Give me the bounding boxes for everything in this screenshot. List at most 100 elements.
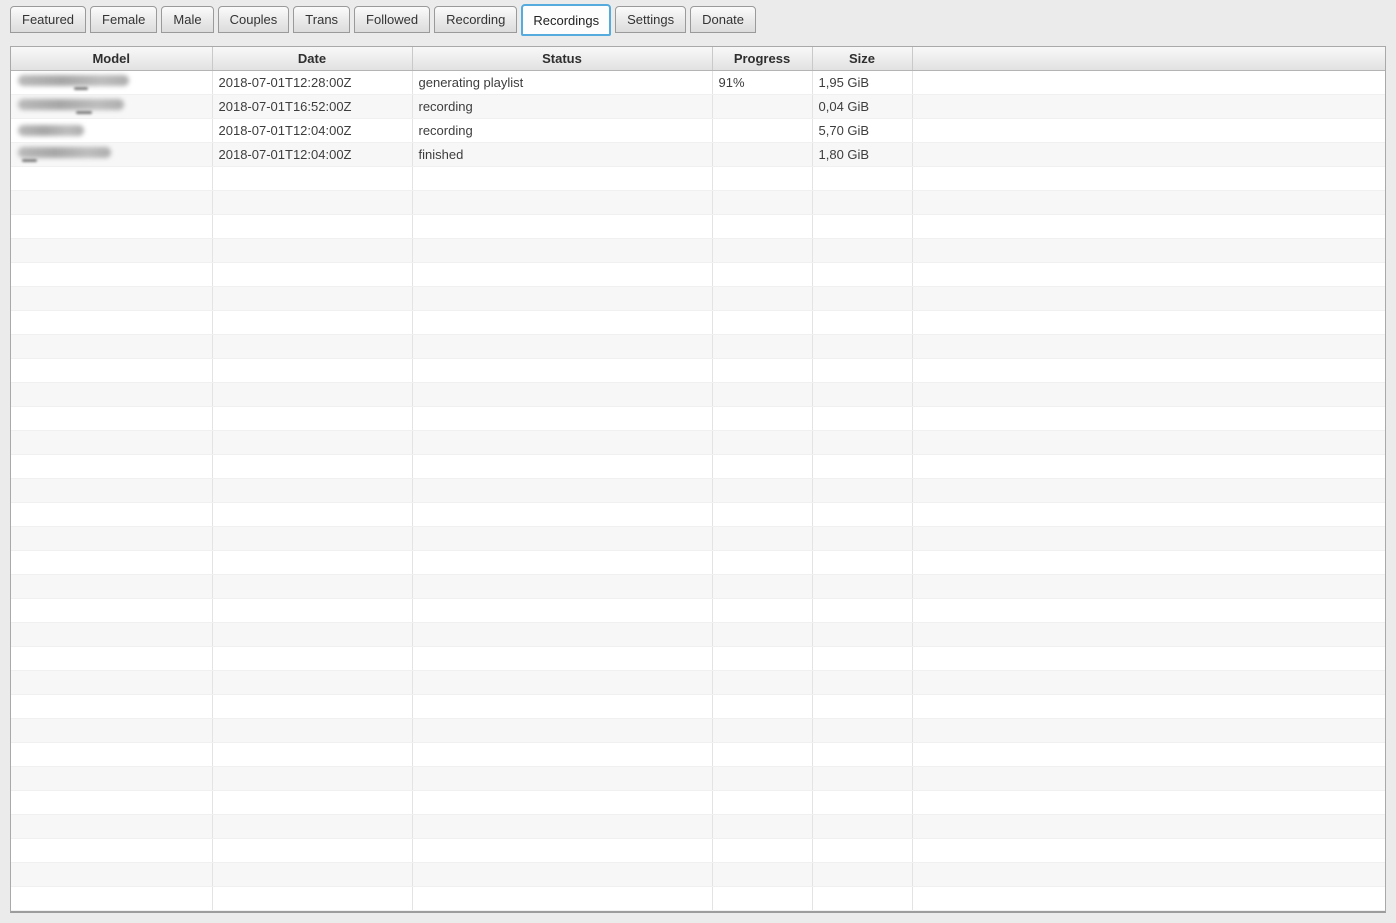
tab-female[interactable]: Female (90, 6, 158, 33)
cell-status: generating playlist (412, 70, 713, 95)
empty-cell (712, 670, 813, 695)
table-row[interactable]: 2018-07-01T12:04:00Z recording 5,70 GiB (11, 118, 1385, 143)
empty-cell (912, 238, 1385, 263)
empty-cell (412, 622, 713, 647)
cell-size: 5,70 GiB (812, 118, 913, 143)
empty-cell (412, 238, 713, 263)
empty-row (11, 646, 1385, 671)
empty-cell (11, 742, 213, 767)
empty-cell (712, 262, 813, 287)
tab-label: Recording (446, 12, 506, 27)
empty-cell (712, 238, 813, 263)
empty-cell (11, 862, 213, 887)
empty-cell (11, 718, 213, 743)
empty-cell (712, 622, 813, 647)
empty-cell (912, 430, 1385, 455)
empty-cell (11, 478, 213, 503)
column-header-model[interactable]: Model (11, 47, 213, 71)
empty-cell (712, 550, 813, 575)
tab-followed[interactable]: Followed (354, 6, 431, 33)
empty-cell (812, 862, 913, 887)
empty-cell (812, 166, 913, 191)
empty-cell (812, 454, 913, 479)
tab-recordings[interactable]: Recordings (521, 4, 612, 36)
empty-cell (11, 766, 213, 791)
empty-cell (912, 622, 1385, 647)
empty-cell (712, 454, 813, 479)
empty-cell (11, 310, 213, 335)
cell-status: finished (412, 142, 713, 167)
cell-filler (912, 70, 1385, 95)
empty-cell (712, 358, 813, 383)
empty-cell (912, 478, 1385, 503)
empty-cell (712, 766, 813, 791)
model-name-blur (18, 75, 129, 86)
empty-cell (712, 838, 813, 863)
table-row[interactable]: 2018-07-01T16:52:00Z recording 0,04 GiB (11, 94, 1385, 119)
empty-cell (812, 214, 913, 239)
tab-featured[interactable]: Featured (10, 6, 87, 33)
empty-cell (912, 358, 1385, 383)
empty-cell (412, 790, 713, 815)
model-name-blur (18, 147, 111, 158)
tab-trans[interactable]: Trans (293, 6, 351, 33)
column-header-filler (912, 47, 1385, 71)
empty-cell (412, 262, 713, 287)
empty-cell (212, 766, 413, 791)
empty-cell (912, 766, 1385, 791)
column-header-date[interactable]: Date (212, 47, 413, 71)
tab-donate[interactable]: Donate (690, 6, 757, 33)
cell-status: recording (412, 118, 713, 143)
empty-cell (11, 526, 213, 551)
table-header-row: Model Date Status Progress Size (11, 47, 1385, 71)
empty-cell (412, 382, 713, 407)
empty-cell (412, 406, 713, 431)
empty-cell (11, 238, 213, 263)
empty-cell (212, 334, 413, 359)
empty-cell (212, 550, 413, 575)
cell-filler (912, 118, 1385, 143)
empty-cell (412, 526, 713, 551)
empty-row (11, 310, 1385, 335)
column-header-size[interactable]: Size (812, 47, 913, 71)
empty-cell (11, 430, 213, 455)
tab-couples[interactable]: Couples (217, 6, 290, 33)
model-name-blur-speck (74, 87, 88, 90)
empty-cell (812, 694, 913, 719)
cell-progress: 91% (712, 70, 813, 95)
empty-row (11, 550, 1385, 575)
empty-cell (812, 742, 913, 767)
table-body: 2018-07-01T12:28:00Z generating playlist 9… (11, 70, 1385, 911)
empty-cell (712, 502, 813, 527)
empty-row (11, 742, 1385, 767)
empty-row (11, 694, 1385, 719)
empty-row (11, 262, 1385, 287)
table-row[interactable]: 2018-07-01T12:28:00Z generating playlist 9… (11, 70, 1385, 95)
cell-date: 2018-07-01T12:04:00Z (212, 118, 413, 143)
empty-cell (212, 502, 413, 527)
empty-cell (11, 358, 213, 383)
empty-cell (812, 814, 913, 839)
tab-recording[interactable]: Recording (434, 6, 518, 33)
empty-row (11, 862, 1385, 887)
tab-bar: Featured Female Male Couples Trans Followed Re… (10, 0, 760, 36)
empty-cell (712, 406, 813, 431)
empty-cell (712, 886, 813, 911)
empty-cell (912, 334, 1385, 359)
tab-settings[interactable]: Settings (615, 6, 687, 33)
cell-size: 0,04 GiB (812, 94, 913, 119)
tab-male[interactable]: Male (161, 6, 214, 33)
empty-cell (212, 814, 413, 839)
empty-cell (912, 814, 1385, 839)
empty-cell (412, 310, 713, 335)
empty-cell (812, 622, 913, 647)
column-header-status[interactable]: Status (412, 47, 713, 71)
cell-date: 2018-07-01T12:28:00Z (212, 70, 413, 95)
empty-cell (212, 742, 413, 767)
empty-cell (912, 886, 1385, 911)
table-row[interactable]: 2018-07-01T12:04:00Z finished 1,80 GiB (11, 142, 1385, 167)
empty-cell (712, 310, 813, 335)
empty-cell (412, 502, 713, 527)
empty-cell (912, 190, 1385, 215)
column-header-progress[interactable]: Progress (712, 47, 813, 71)
